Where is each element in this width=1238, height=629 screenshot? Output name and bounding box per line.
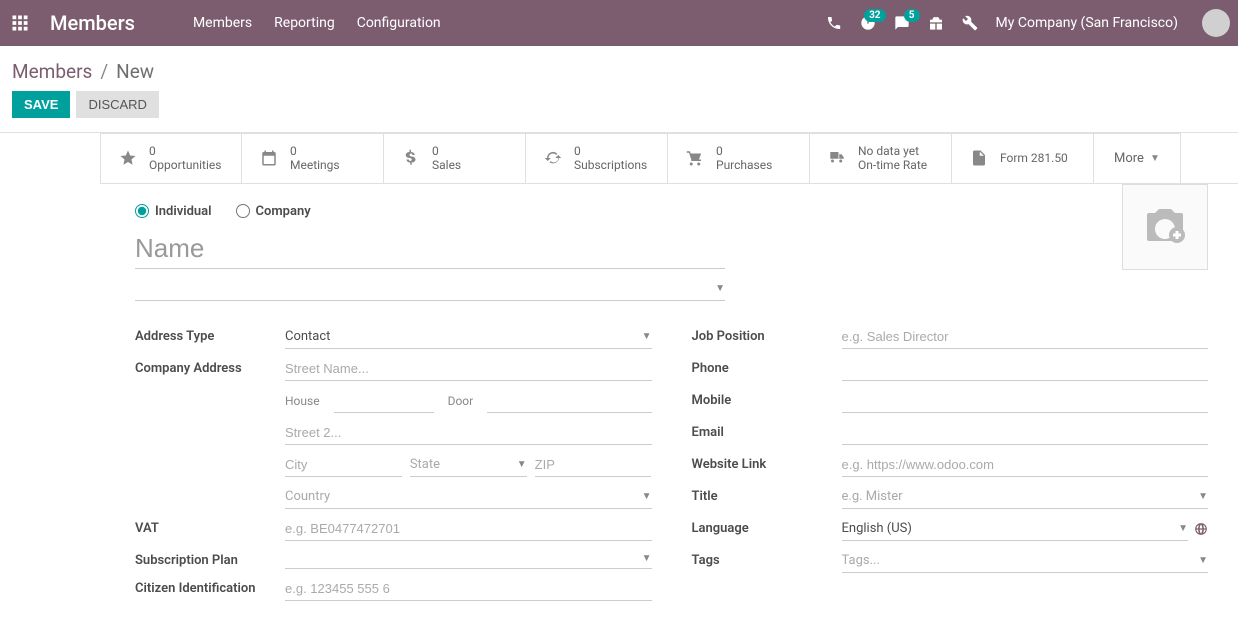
form-area: 0Opportunities 0Meetings 0Sales 0Subscri… xyxy=(0,133,1238,629)
app-title[interactable]: Members xyxy=(50,11,135,35)
label-citizen-id: Citizen Identification xyxy=(135,577,285,596)
nav-link-configuration[interactable]: Configuration xyxy=(357,15,441,31)
tools-icon[interactable] xyxy=(962,15,978,31)
input-citizen-id[interactable] xyxy=(285,577,652,601)
select-state[interactable]: State▼ xyxy=(410,453,527,477)
form-body: Individual Company ▼ Address Type Contac… xyxy=(0,184,1238,609)
stat-purchases[interactable]: 0Purchases xyxy=(668,133,810,183)
stat-opportunities[interactable]: 0Opportunities xyxy=(100,133,242,183)
input-email[interactable] xyxy=(842,421,1209,445)
name-input[interactable] xyxy=(135,229,725,269)
label-vat: VAT xyxy=(135,517,285,536)
nav-link-reporting[interactable]: Reporting xyxy=(274,15,335,31)
stat-ontime[interactable]: No data yetOn-time Rate xyxy=(810,133,952,183)
radio-company[interactable]: Company xyxy=(236,204,311,219)
apps-menu-icon[interactable] xyxy=(8,11,32,35)
stat-subscriptions[interactable]: 0Subscriptions xyxy=(526,133,668,183)
entity-type-radio: Individual Company xyxy=(135,204,1208,219)
caret-down-icon: ▼ xyxy=(715,283,725,294)
radio-individual[interactable]: Individual xyxy=(135,204,212,219)
star-icon xyxy=(117,149,139,167)
refresh-icon xyxy=(542,149,564,167)
input-city[interactable] xyxy=(285,453,402,477)
input-mobile[interactable] xyxy=(842,389,1209,413)
truck-icon xyxy=(826,149,848,167)
messages-badge: 5 xyxy=(904,9,920,22)
label-subscription-plan: Subscription Plan xyxy=(135,549,285,568)
phone-icon[interactable] xyxy=(826,15,842,31)
company-select[interactable]: ▼ xyxy=(135,277,725,301)
label-mobile: Mobile xyxy=(692,389,842,408)
select-address-type[interactable]: Contact▼ xyxy=(285,325,652,349)
cart-icon xyxy=(684,149,706,167)
label-email: Email xyxy=(692,421,842,440)
nav-links: Members Reporting Configuration xyxy=(193,15,441,31)
user-avatar[interactable] xyxy=(1202,9,1230,37)
company-switcher[interactable]: My Company (San Francisco) xyxy=(996,15,1178,31)
fields-grid: Address Type Contact▼ Company Address Ho… xyxy=(135,325,1208,609)
label-title: Title xyxy=(692,485,842,504)
stat-meetings[interactable]: 0Meetings xyxy=(242,133,384,183)
col-left: Address Type Contact▼ Company Address Ho… xyxy=(135,325,652,609)
breadcrumb-sep: / xyxy=(100,60,108,83)
stat-buttons-row: 0Opportunities 0Meetings 0Sales 0Subscri… xyxy=(100,133,1238,184)
activities-badge: 32 xyxy=(864,9,885,22)
messages-icon[interactable]: 5 xyxy=(894,15,910,31)
globe-icon[interactable] xyxy=(1194,522,1208,536)
stat-form281[interactable]: Form 281.50 xyxy=(952,133,1094,183)
input-job-position[interactable] xyxy=(842,325,1209,349)
chevron-down-icon: ▼ xyxy=(1150,153,1160,164)
activities-icon[interactable]: 32 xyxy=(860,15,876,31)
label-house: House xyxy=(285,394,320,408)
label-door: Door xyxy=(448,394,474,408)
action-row: SAVE DISCARD xyxy=(0,91,1238,132)
label-website: Website Link xyxy=(692,453,842,472)
select-tags[interactable]: Tags...▼ xyxy=(842,549,1209,573)
caret-icon: ▼ xyxy=(642,331,652,342)
select-title[interactable]: e.g. Mister▼ xyxy=(842,485,1209,509)
breadcrumb-root[interactable]: Members xyxy=(12,60,92,83)
image-upload[interactable] xyxy=(1122,184,1208,270)
select-subscription-plan[interactable]: ▼ xyxy=(285,549,652,569)
breadcrumb: Members / New xyxy=(0,46,1238,91)
label-company-address: Company Address xyxy=(135,357,285,376)
navbar-left: Members Members Reporting Configuration xyxy=(8,11,441,35)
input-door[interactable] xyxy=(487,389,651,413)
stat-more[interactable]: More▼ xyxy=(1094,133,1181,183)
navbar-right: 32 5 My Company (San Francisco) xyxy=(826,9,1230,37)
discard-button[interactable]: DISCARD xyxy=(76,91,159,118)
save-button[interactable]: SAVE xyxy=(12,91,70,118)
select-country[interactable]: Country▼ xyxy=(285,485,652,509)
document-icon xyxy=(968,149,990,167)
nav-link-members[interactable]: Members xyxy=(193,15,252,31)
input-street[interactable] xyxy=(285,357,652,381)
label-language: Language xyxy=(692,517,842,536)
input-street2[interactable] xyxy=(285,421,652,445)
gift-icon[interactable] xyxy=(928,15,944,31)
input-vat[interactable] xyxy=(285,517,652,541)
top-navbar: Members Members Reporting Configuration … xyxy=(0,0,1238,46)
input-phone[interactable] xyxy=(842,357,1209,381)
input-website[interactable] xyxy=(842,453,1209,477)
input-zip[interactable] xyxy=(535,453,652,477)
stat-sales[interactable]: 0Sales xyxy=(384,133,526,183)
col-right: Job Position Phone Mobile Email Website … xyxy=(692,325,1209,609)
calendar-icon xyxy=(258,149,280,167)
select-language[interactable]: English (US)▼ xyxy=(842,517,1189,541)
input-house[interactable] xyxy=(334,389,434,413)
label-phone: Phone xyxy=(692,357,842,376)
breadcrumb-current: New xyxy=(116,60,154,83)
label-job-position: Job Position xyxy=(692,325,842,344)
dollar-icon xyxy=(400,149,422,167)
label-tags: Tags xyxy=(692,549,842,568)
label-address-type: Address Type xyxy=(135,325,285,344)
